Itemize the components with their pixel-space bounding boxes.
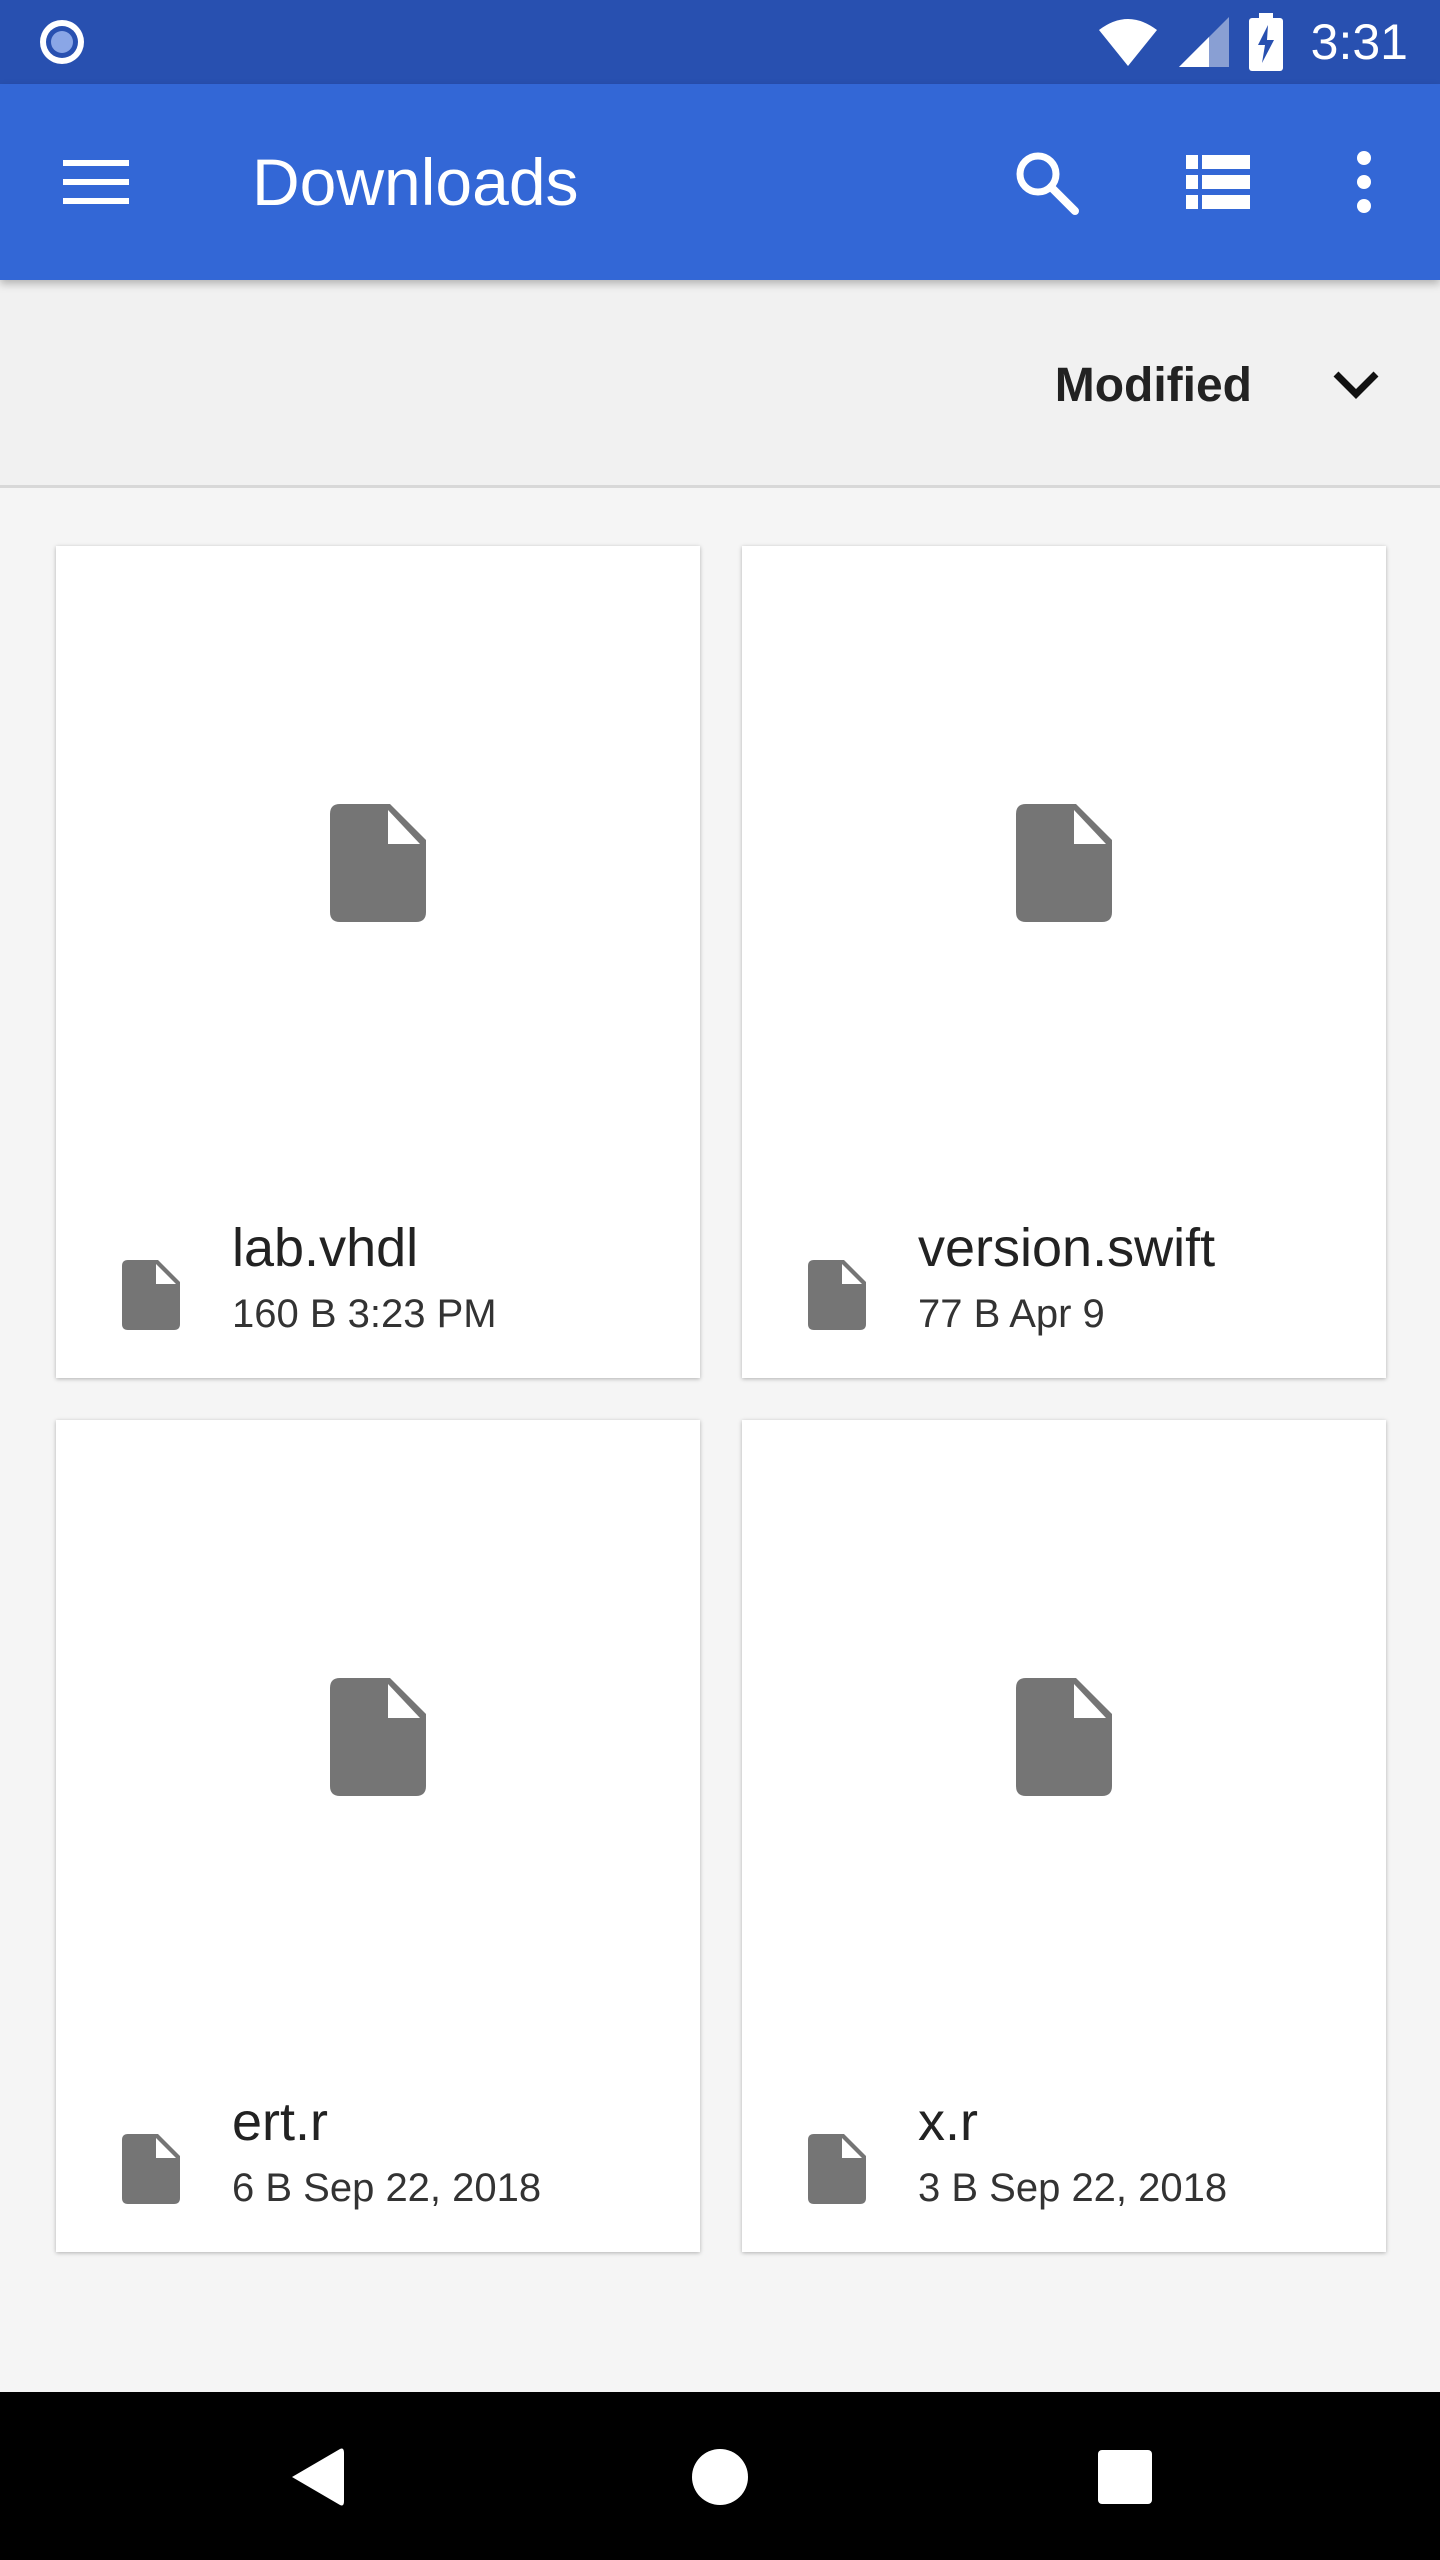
menu-icon — [63, 160, 129, 204]
file-card-footer: lab.vhdl 160 B 3:23 PM — [56, 1178, 700, 1378]
file-name: version.swift — [918, 1218, 1216, 1278]
file-icon — [330, 1678, 426, 1796]
search-button[interactable] — [998, 134, 1094, 230]
recents-icon — [1098, 2450, 1152, 2504]
back-button[interactable] — [271, 2432, 361, 2522]
list-view-icon — [1186, 155, 1250, 209]
sort-bar: Modified — [0, 280, 1440, 488]
file-name: x.r — [918, 2092, 978, 2152]
file-type-icon — [808, 1260, 866, 1330]
sort-label: Modified — [1054, 358, 1252, 412]
list-view-button[interactable] — [1170, 134, 1266, 230]
file-meta: 77 B Apr 9 — [918, 1292, 1105, 1336]
file-card-footer: version.swift 77 B Apr 9 — [742, 1178, 1386, 1378]
file-icon — [1016, 804, 1112, 922]
file-grid: lab.vhdl 160 B 3:23 PM version.swift 77 … — [56, 546, 1386, 2252]
file-type-icon — [122, 1260, 180, 1330]
file-card[interactable]: x.r 3 B Sep 22, 2018 — [742, 1420, 1386, 2252]
system-nav-bar — [0, 2392, 1440, 2560]
battery-charging-icon — [1248, 13, 1283, 71]
file-meta: 6 B Sep 22, 2018 — [232, 2166, 542, 2210]
search-icon — [1016, 152, 1079, 215]
status-time: 3:31 — [1310, 14, 1408, 70]
home-icon — [692, 2449, 748, 2505]
file-name: ert.r — [232, 2092, 329, 2152]
back-icon — [292, 2448, 344, 2506]
recents-button[interactable] — [1080, 2432, 1170, 2522]
file-type-icon — [122, 2134, 180, 2204]
app-bar: Downloads — [0, 84, 1440, 280]
status-right: 3:31 — [1097, 0, 1408, 84]
page-title: Downloads — [252, 145, 579, 219]
file-card-footer: ert.r 6 B Sep 22, 2018 — [56, 2052, 700, 2252]
file-card[interactable]: ert.r 6 B Sep 22, 2018 — [56, 1420, 700, 2252]
more-options-button[interactable] — [1316, 134, 1412, 230]
file-card[interactable]: version.swift 77 B Apr 9 — [742, 546, 1386, 1378]
home-button[interactable] — [675, 2432, 765, 2522]
notification-dot-icon — [40, 20, 84, 64]
wifi-icon — [1098, 19, 1157, 66]
sort-dropdown[interactable]: Modified — [1055, 330, 1380, 440]
status-bar: 3:31 — [0, 0, 1440, 84]
file-type-icon — [808, 2134, 866, 2204]
file-card-footer: x.r 3 B Sep 22, 2018 — [742, 2052, 1386, 2252]
file-meta: 160 B 3:23 PM — [232, 1292, 497, 1336]
file-icon — [1016, 1678, 1112, 1796]
file-card[interactable]: lab.vhdl 160 B 3:23 PM — [56, 546, 700, 1378]
menu-button[interactable] — [48, 134, 144, 230]
file-name: lab.vhdl — [232, 1218, 419, 1278]
chevron-down-icon — [1333, 371, 1379, 399]
file-icon — [330, 804, 426, 922]
signal-icon — [1178, 17, 1229, 67]
file-meta: 3 B Sep 22, 2018 — [918, 2166, 1228, 2210]
more-vert-icon — [1357, 151, 1371, 213]
